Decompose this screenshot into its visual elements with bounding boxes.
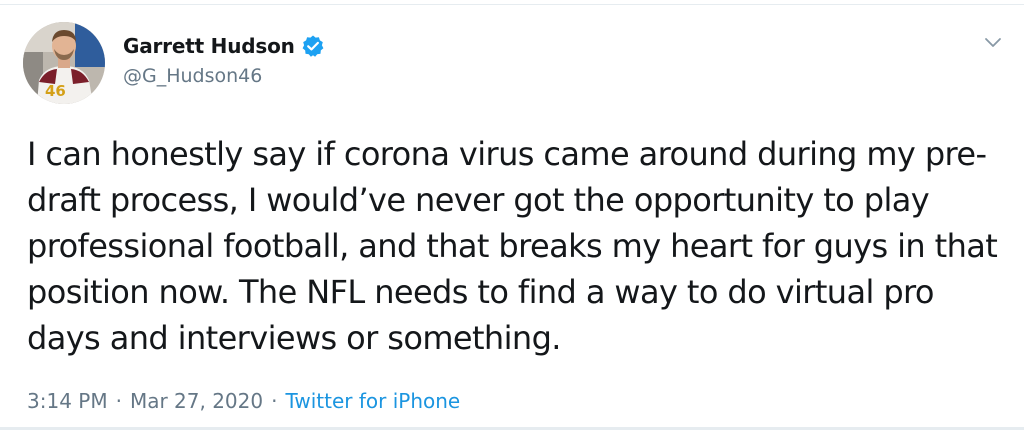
- display-name[interactable]: Garrett Hudson: [123, 34, 295, 58]
- verified-badge-icon: [301, 34, 325, 58]
- user-info: Garrett Hudson @G_Hudson46: [123, 29, 325, 87]
- chevron-down-icon[interactable]: [982, 31, 1004, 53]
- tweet-meta: 3:14 PM · Mar 27, 2020 · Twitter for iPh…: [27, 389, 460, 413]
- top-divider: [0, 4, 1024, 5]
- avatar[interactable]: 46: [23, 22, 105, 104]
- tweet-card: 46 Garrett Hudson @G_Hudson46 I can hone…: [0, 0, 1024, 430]
- tweet-date[interactable]: Mar 27, 2020: [130, 389, 263, 413]
- tweet-text: I can honestly say if corona virus came …: [27, 135, 998, 357]
- user-handle[interactable]: @G_Hudson46: [123, 65, 325, 87]
- jersey-number: 46: [45, 82, 66, 100]
- tweet-source-link[interactable]: Twitter for iPhone: [285, 389, 460, 413]
- meta-separator-2: ·: [271, 389, 278, 413]
- name-row: Garrett Hudson: [123, 29, 325, 63]
- meta-separator: ·: [115, 389, 122, 413]
- tweet-time[interactable]: 3:14 PM: [27, 389, 108, 413]
